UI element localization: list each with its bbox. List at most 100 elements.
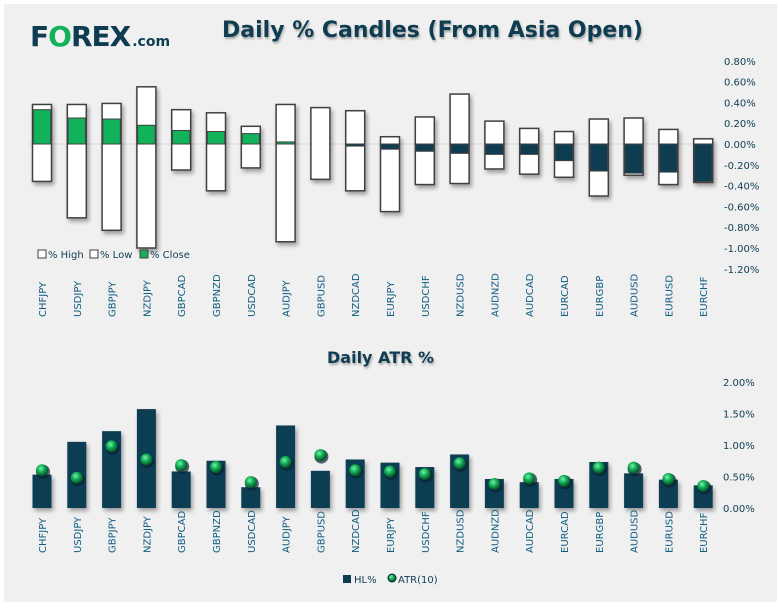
atr-legend: HL% ATR(10)	[343, 573, 438, 586]
hl-bar	[310, 470, 330, 508]
x-axis-label: NZDUSD	[456, 509, 467, 553]
candle	[275, 103, 296, 243]
candle-close-up-body	[67, 117, 87, 145]
candle	[310, 106, 331, 181]
atr-group	[206, 460, 226, 508]
x-axis-label: NZDUSD	[456, 273, 467, 317]
candle-range-box	[205, 112, 227, 192]
x-axis-label: AUDNZD	[490, 509, 501, 553]
x-axis-label: NZDCAD	[351, 509, 362, 553]
candle	[31, 103, 53, 183]
candles-legend: % High % Low % Close	[37, 249, 190, 261]
candle-close-down-body	[589, 143, 609, 172]
candle	[136, 86, 157, 249]
x-axis-label: GBPNZD	[212, 274, 223, 317]
candle-close-down-body	[415, 143, 435, 152]
candle-close-up-body	[171, 129, 191, 145]
x-axis-label: EURUSD	[664, 511, 675, 553]
x-axis-label: AUDJPY	[282, 279, 293, 317]
atr-group	[624, 461, 644, 508]
candle	[658, 128, 679, 186]
atr-group	[589, 461, 609, 508]
candle-close-down-body	[450, 143, 469, 154]
candle-range-box	[344, 109, 366, 192]
y-tick-label: 2.00%	[723, 378, 755, 389]
candle-close-up-body	[102, 118, 121, 145]
atr-marker	[244, 476, 257, 489]
atr-marker	[558, 474, 570, 487]
atr-group	[693, 479, 713, 508]
atr-marker	[279, 456, 292, 469]
hl-bar	[624, 473, 644, 508]
x-axis-label: AUDCAD	[525, 509, 536, 553]
legend-swatch-close	[139, 249, 149, 259]
candle	[449, 93, 470, 185]
atr-marker	[697, 479, 710, 492]
atr-marker	[627, 461, 640, 474]
y-tick-label: 0.50%	[723, 473, 755, 484]
x-axis-label: GBPNZD	[212, 510, 223, 553]
x-axis-label: AUDJPY	[282, 515, 293, 553]
candle-close-down-body	[659, 143, 678, 173]
candle-close-down-body	[693, 143, 713, 182]
candle	[414, 116, 436, 186]
candle-close-down-body	[519, 143, 539, 155]
candle	[170, 108, 192, 171]
x-axis-label: EURUSD	[664, 275, 675, 317]
x-axis-label: USDJPY	[73, 280, 84, 317]
candle-close-down-body	[624, 143, 643, 174]
atr-group	[32, 464, 52, 508]
legend-label: ATR(10)	[398, 575, 438, 586]
atr-group	[345, 459, 365, 508]
y-tick-label: -0.40%	[724, 182, 759, 193]
legend-swatch-hl	[343, 575, 351, 583]
charts-svg: 0.80% 0.60% 0.40% 0.20% 0.00% -0.20% -0.40% -0.…	[28, 57, 759, 586]
atr-group	[276, 425, 296, 508]
x-axis-label: GBPCAD	[177, 511, 188, 553]
atr-marker	[662, 473, 675, 486]
y-tick-label: -1.20%	[724, 265, 759, 276]
legend-label: HL%	[354, 575, 377, 586]
atr-group	[171, 459, 191, 508]
candle	[344, 109, 366, 192]
x-axis-label: GBPJPY	[108, 517, 119, 553]
candles-plot: 0.80% 0.60% 0.40% 0.20% 0.00% -0.20% -0.40% -0.…	[28, 57, 759, 317]
hl-bar	[32, 474, 52, 508]
x-axis-label: GBPJPY	[108, 281, 119, 317]
x-axis-label: EURGBP	[595, 512, 606, 553]
atr-group	[67, 441, 87, 508]
x-axis-label: EURJPY	[386, 281, 397, 317]
atr-group	[450, 454, 470, 508]
candle	[518, 127, 540, 175]
atr-marker	[523, 472, 536, 485]
legend-swatch-atr	[387, 573, 397, 583]
y-tick-label: -0.80%	[724, 223, 759, 234]
x-axis-label: EURGBP	[595, 276, 606, 317]
atr-marker	[384, 465, 396, 478]
candle-close-up-body	[241, 133, 261, 145]
y-tick-label: 0.00%	[724, 140, 756, 151]
y-tick-label: 1.50%	[723, 410, 755, 421]
atr-group	[241, 476, 261, 508]
legend-label: % Close	[150, 250, 190, 261]
x-axis-label: GBPUSD	[316, 275, 327, 317]
x-axis-label: USDJPY	[73, 516, 84, 553]
y-tick-label: 1.00%	[723, 441, 755, 452]
candle-close-up-body	[206, 131, 226, 145]
atr-group	[484, 478, 504, 508]
candle-range-box	[275, 103, 296, 243]
candle	[240, 125, 262, 169]
hl-bar	[171, 471, 191, 508]
x-axis-label: EURCAD	[560, 275, 571, 317]
candle-close-down-body	[345, 143, 365, 147]
x-axis-label: USDCHF	[421, 275, 432, 317]
atr-group	[102, 431, 122, 508]
x-axis-label: AUDCAD	[525, 273, 536, 317]
atr-marker	[140, 453, 153, 466]
x-axis-label: EURCAD	[560, 511, 571, 553]
candle-close-up-body	[137, 124, 156, 145]
candle	[692, 138, 714, 184]
x-axis-label: GBPUSD	[316, 511, 327, 553]
candle-range-box	[449, 93, 470, 185]
atr-marker	[105, 440, 118, 453]
